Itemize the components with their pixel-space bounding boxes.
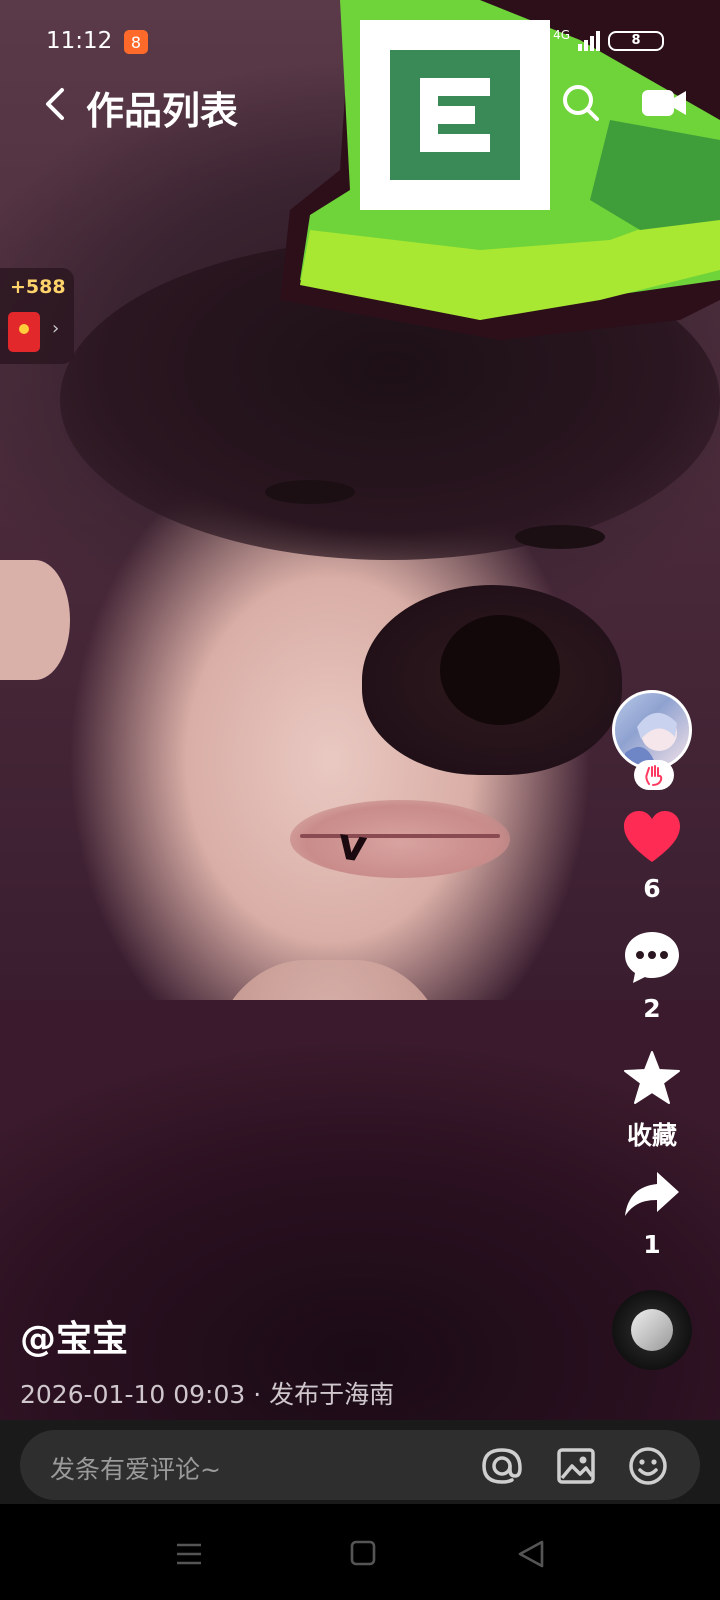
status-indicators: HD 4G 8 <box>484 27 664 51</box>
status-bar: 11:12 8 HD 4G 8 <box>0 22 720 66</box>
back-triangle-icon[interactable] <box>518 1540 544 1568</box>
comment-icon <box>625 932 679 983</box>
red-envelope-icon <box>8 312 40 352</box>
chevron-right-icon: › <box>52 318 60 339</box>
home-square-icon[interactable] <box>350 1540 376 1566</box>
author-avatar[interactable] <box>612 690 692 770</box>
battery-level: 8 <box>631 33 641 48</box>
comment-placeholder: 发条有爱评论~ <box>50 1455 221 1484</box>
dog-nostril <box>440 615 560 725</box>
system-nav-bar <box>0 1504 720 1600</box>
music-cover <box>631 1309 673 1351</box>
post-meta: 2026-01-10 09:03 · 发布于海南 <box>20 1380 395 1409</box>
battery-icon: 8 <box>608 30 664 51</box>
comment-bar: 发条有爱评论~ <box>0 1420 720 1504</box>
video-lips <box>290 800 510 878</box>
author-username[interactable]: @宝宝 <box>20 1310 128 1362</box>
favorite-label: 收藏 <box>626 1121 677 1150</box>
share-arrow-icon <box>625 1172 679 1216</box>
video-camera-icon[interactable] <box>640 86 688 120</box>
video-lips-line <box>300 834 500 838</box>
star-icon <box>624 1051 680 1104</box>
top-bar: 作品列表 <box>0 72 720 142</box>
emoji-icon[interactable] <box>628 1446 668 1486</box>
page-title: 作品列表 <box>86 89 239 133</box>
share-count: 1 <box>643 1230 661 1259</box>
favorite-button[interactable]: 收藏 <box>612 1050 692 1152</box>
image-icon[interactable] <box>556 1446 596 1486</box>
follow-button[interactable] <box>634 760 674 790</box>
video-left-eye <box>265 480 355 504</box>
music-disc[interactable] <box>612 1290 692 1370</box>
network-gen-label: 4G <box>553 27 570 42</box>
hand-wave-icon <box>645 765 663 786</box>
comment-input[interactable]: 发条有爱评论~ <box>20 1430 700 1500</box>
reward-points: +588 <box>10 276 66 298</box>
mention-at-icon[interactable] <box>482 1446 522 1486</box>
network-hd-label: HD <box>517 30 546 51</box>
like-button[interactable]: 6 <box>612 810 692 903</box>
menu-icon[interactable] <box>176 1542 202 1566</box>
like-count: 6 <box>643 874 661 903</box>
share-button[interactable]: 1 <box>612 1170 692 1259</box>
comment-button[interactable]: 2 <box>612 930 692 1023</box>
video-right-eye <box>515 525 605 549</box>
chevron-left-icon[interactable] <box>36 84 76 124</box>
status-time: 11:12 <box>46 28 113 54</box>
signal-icon <box>578 30 600 51</box>
video-ear <box>0 560 70 680</box>
reward-widget[interactable]: +588 › <box>0 268 74 364</box>
notification-app-icon: 8 <box>124 30 148 54</box>
comment-count: 2 <box>643 994 661 1023</box>
wifi-icon <box>484 31 509 50</box>
search-icon[interactable] <box>560 82 600 122</box>
heart-icon <box>624 811 680 862</box>
